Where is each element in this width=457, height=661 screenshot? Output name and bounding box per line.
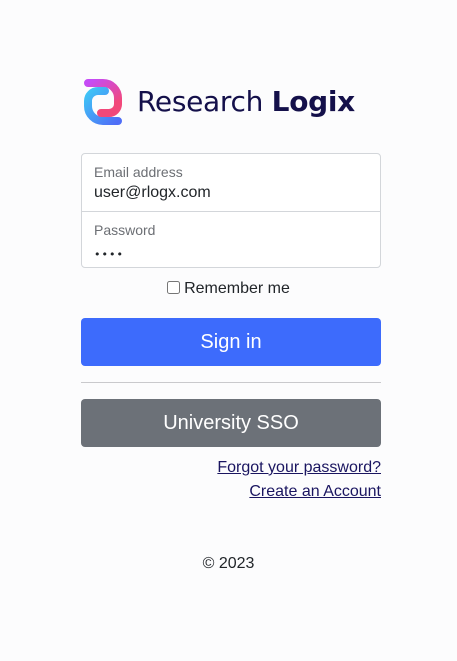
- brand-name-light: Research: [137, 85, 264, 118]
- email-input[interactable]: [94, 182, 364, 204]
- password-field: Password: [82, 211, 380, 268]
- copyright: © 2023: [202, 555, 255, 572]
- remember-me: Remember me: [0, 280, 457, 298]
- brand-name: Research Logix: [137, 84, 355, 120]
- forgot-password-link[interactable]: Forgot your password?: [217, 459, 381, 477]
- email-label: Email address: [94, 164, 183, 180]
- brand-logo: Research Logix: [81, 75, 381, 129]
- create-account-link[interactable]: Create an Account: [249, 483, 381, 501]
- divider: [81, 382, 381, 383]
- credentials-group: Email address Password: [81, 153, 381, 268]
- university-sso-button[interactable]: University SSO: [81, 399, 381, 447]
- remember-me-checkbox[interactable]: [167, 281, 181, 294]
- email-field: Email address: [82, 154, 380, 210]
- password-input[interactable]: [94, 243, 364, 265]
- brand-name-bold: Logix: [271, 85, 356, 118]
- password-label: Password: [94, 222, 156, 238]
- remember-me-label[interactable]: Remember me: [184, 280, 290, 297]
- sign-in-button[interactable]: Sign in: [81, 318, 381, 366]
- login-page: Research Logix Email address Password Re…: [0, 0, 457, 661]
- research-logix-logo-icon: [84, 79, 122, 125]
